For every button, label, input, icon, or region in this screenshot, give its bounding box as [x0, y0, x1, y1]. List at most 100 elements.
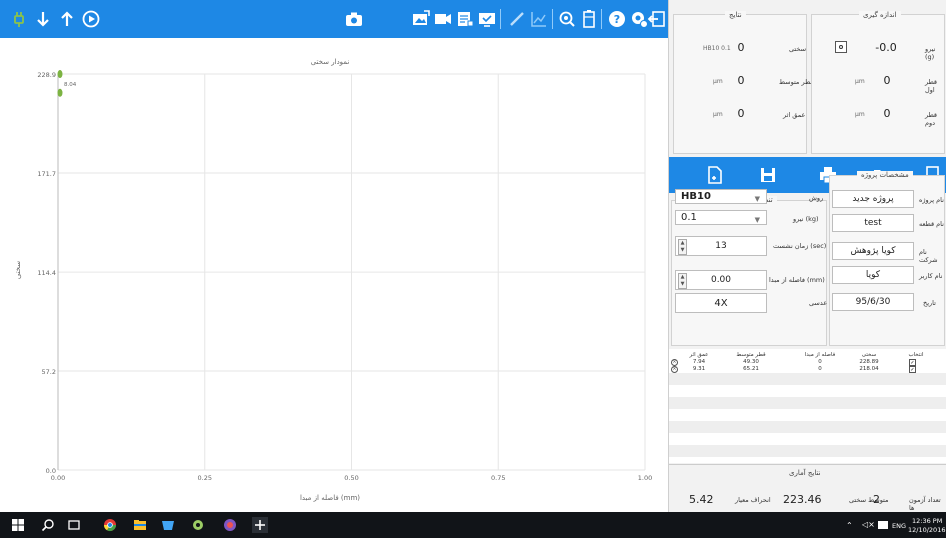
plug-icon[interactable] — [8, 8, 30, 30]
col-diameter: قطر متوسط — [736, 352, 766, 358]
windows-start-icon[interactable] — [10, 517, 26, 533]
toolbar-divider — [601, 9, 602, 29]
volume-icon[interactable]: ◁× — [862, 520, 875, 529]
clock-date[interactable]: 12/10/2016 — [908, 526, 945, 534]
cell-distance: 0 — [818, 366, 822, 372]
save-icon[interactable] — [757, 164, 779, 186]
mean-label: متوسط سختی — [849, 496, 889, 504]
cell-diameter: 49.30 — [743, 359, 759, 365]
data-point[interactable] — [57, 70, 63, 79]
new-file-icon[interactable] — [704, 164, 726, 186]
settings-icon[interactable] — [190, 517, 206, 533]
arrow-down-icon[interactable] — [32, 8, 54, 30]
image-export-icon[interactable] — [410, 8, 432, 30]
result-value-hardness: 0 — [737, 41, 745, 54]
file-explorer-icon[interactable] — [132, 517, 148, 533]
company-field[interactable]: کویا پژوهش — [832, 242, 914, 260]
table-row[interactable]: × 7.94 49.30 0 228.89 ✓ — [669, 359, 946, 366]
dwell-time-stepper[interactable]: ▲ ▼ 13 — [675, 236, 767, 256]
measurement-title: اندازه گیری — [859, 11, 901, 19]
keyboard-icon[interactable] — [878, 521, 888, 529]
row-checkbox[interactable]: ✓ — [909, 366, 916, 373]
delete-row-icon[interactable]: × — [671, 366, 678, 373]
date-value: 95/6/30 — [855, 297, 891, 307]
method-value: HB10 — [681, 191, 711, 202]
force-select[interactable]: 0.1 ▼ — [675, 210, 767, 225]
user-value: کویا — [865, 270, 881, 280]
results-title: نتایج — [725, 11, 746, 19]
svg-text:?: ? — [614, 13, 620, 26]
cell-distance: 0 — [818, 359, 822, 365]
measure-value-d1: 0 — [883, 74, 891, 87]
arrow-up-icon[interactable] — [56, 8, 78, 30]
y-axis-ticks: 228.9171.7114.457.20.0 — [37, 71, 56, 475]
measure-unit-d1: µm — [855, 78, 865, 85]
clock-time[interactable]: 12:36 PM — [912, 517, 942, 525]
help-icon[interactable]: ? — [606, 8, 628, 30]
part-name-field[interactable]: test — [832, 214, 914, 232]
stepper-arrows-icon[interactable]: ▲ ▼ — [678, 273, 687, 289]
report-icon[interactable] — [454, 8, 476, 30]
tray-chevron-icon[interactable]: ⌃ — [846, 521, 853, 530]
result-label-hardness: سختی — [789, 45, 807, 53]
date-field[interactable]: 95/6/30 — [832, 293, 914, 311]
pencil-icon[interactable] — [506, 8, 528, 30]
chevron-down-icon: ▼ — [754, 216, 760, 224]
distance-value: 0.00 — [710, 275, 732, 285]
statistics-panel: نتایج آماری 5.42 انحراف معیار 223.46 متو… — [669, 464, 946, 512]
distance-stepper[interactable]: ▲ ▼ 0.00 — [675, 270, 767, 290]
chart-icon[interactable] — [528, 8, 550, 30]
measure-label-d1: قطر اول — [925, 78, 938, 94]
chart-grid — [57, 73, 646, 471]
col-distance: فاصله از مبدا — [804, 352, 836, 358]
zoom-icon[interactable] — [556, 8, 578, 30]
row-checkbox[interactable]: ✓ — [909, 359, 916, 366]
toolbar-divider — [500, 9, 501, 29]
x-tick-label: 0.00 — [51, 474, 65, 482]
video-icon[interactable] — [432, 8, 454, 30]
y-tick-label: 171.7 — [37, 170, 56, 178]
chart-svg: نمودار سختی 228.9171.7114.457.20.0 0.00 0… — [14, 58, 652, 502]
target-icon[interactable] — [835, 41, 847, 53]
user-label: نام کاربر — [919, 272, 943, 280]
lens-field[interactable]: 4X — [675, 293, 767, 313]
exit-icon[interactable] — [646, 8, 668, 30]
company-label: نام شرکت — [919, 248, 938, 264]
screen-icon[interactable] — [476, 8, 498, 30]
col-depth: عمق اثر — [689, 352, 709, 358]
main-toolbar: ? — [0, 0, 670, 38]
app-icon[interactable] — [252, 517, 268, 533]
distance-label: فاصله از مبدا (mm) — [769, 276, 825, 284]
point-label: 8.04 — [64, 82, 77, 88]
user-field[interactable]: کویا — [832, 266, 914, 284]
result-unit-hardness: HB10 0.1 — [703, 45, 731, 52]
y-axis-label: سختی — [14, 261, 22, 279]
store-icon[interactable] — [160, 517, 176, 533]
right-panel: نتایج HB10 0.1 0 سختی µm 0 قطر متوسط µm … — [668, 0, 946, 512]
project-name-field[interactable]: پروژه جدید — [832, 190, 914, 208]
dwell-label: زمان نشست (sec) — [773, 242, 827, 250]
stepper-arrows-icon[interactable]: ▲ ▼ — [678, 239, 687, 255]
y-tick-label: 228.9 — [37, 71, 56, 79]
search-icon[interactable] — [40, 517, 56, 533]
table-row[interactable]: × 9.31 65.21 0 218.04 ✓ — [669, 366, 946, 373]
task-view-icon[interactable] — [66, 517, 82, 533]
x-tick-label: 0.50 — [344, 474, 358, 482]
cell-hardness: 228.89 — [859, 359, 879, 365]
browser-icon[interactable] — [222, 517, 238, 533]
delete-row-icon[interactable]: × — [671, 359, 678, 366]
force-label: نیرو (kg) — [793, 215, 819, 223]
language-indicator[interactable]: ENG — [892, 522, 906, 530]
chrome-icon[interactable] — [102, 517, 118, 533]
company-value: کویا پژوهش — [850, 246, 896, 256]
chart-title: نمودار سختی — [311, 58, 350, 66]
play-circle-icon[interactable] — [80, 8, 102, 30]
x-tick-label: 1.00 — [638, 474, 652, 482]
data-point[interactable] — [57, 88, 63, 97]
project-name-label: نام پروژه — [919, 196, 944, 204]
battery-icon[interactable] — [578, 8, 600, 30]
std-label: انحراف معیار — [735, 496, 771, 504]
method-select[interactable]: HB10 ▼ — [675, 189, 767, 204]
camera-icon[interactable] — [343, 8, 365, 30]
measure-label-d2: قطر دوم — [925, 111, 938, 127]
